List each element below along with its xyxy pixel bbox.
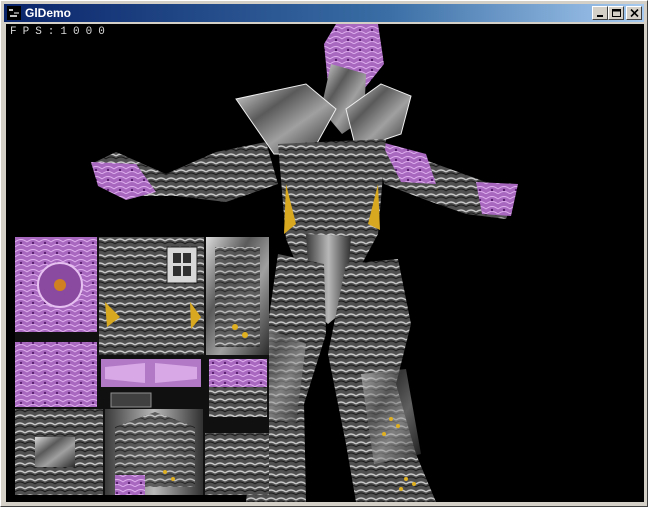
maximize-icon	[612, 9, 621, 17]
atlas-boot-texture	[205, 433, 269, 495]
close-icon	[630, 9, 639, 18]
app-icon[interactable]	[7, 6, 21, 20]
atlas-skin-texture	[15, 342, 97, 407]
texture-atlas	[15, 237, 269, 495]
app-window: GlDemo FPS:1000	[0, 0, 648, 507]
minimize-button[interactable]	[592, 6, 608, 20]
close-button[interactable]	[626, 6, 642, 20]
gl-viewport[interactable]: FPS:1000	[6, 24, 644, 502]
fps-counter: FPS:1000	[10, 26, 111, 38]
render-scene	[15, 24, 518, 502]
title-bar[interactable]: GlDemo	[4, 4, 644, 22]
minimize-icon	[597, 15, 603, 17]
window-title: GlDemo	[25, 6, 72, 20]
maximize-button[interactable]	[608, 6, 624, 20]
